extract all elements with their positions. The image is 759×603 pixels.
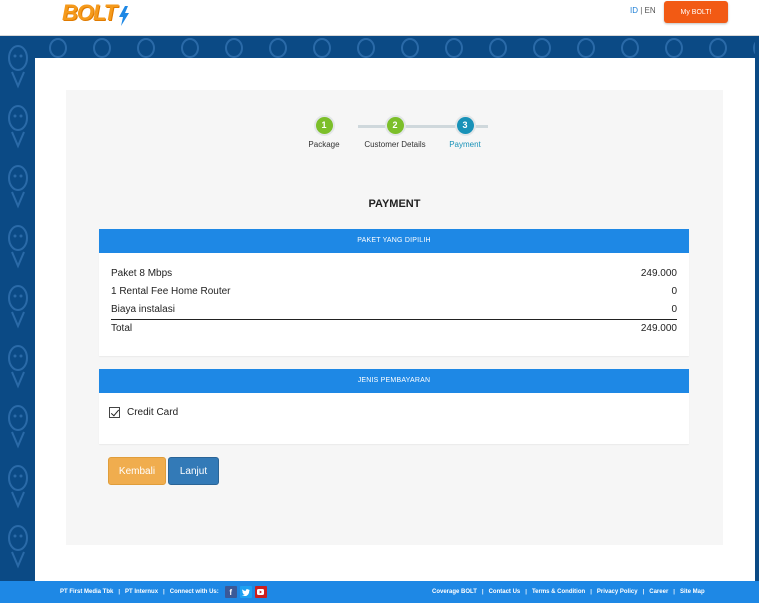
footer-internux-link[interactable]: PT Internux (125, 589, 158, 595)
footer-link-privacy[interactable]: Privacy Policy (597, 589, 638, 595)
step-1-label: Package (308, 140, 340, 149)
mascot-pattern-left (0, 36, 36, 581)
step-1-circle: 1 (313, 115, 335, 136)
row-value: 0 (671, 304, 677, 315)
my-bolt-button[interactable]: My BOLT! (664, 1, 728, 23)
connect-label: Connect with Us: (169, 589, 219, 595)
total-label: Total (111, 323, 133, 334)
page-title: PAYMENT (368, 198, 421, 210)
package-rows: Paket 8 Mbps 249.000 1 Rental Fee Home R… (99, 253, 689, 337)
footer-separator: | (481, 589, 484, 595)
footer-link-sitemap[interactable]: Site Map (680, 589, 705, 595)
bolt-logo[interactable]: BOLT (62, 0, 131, 26)
footer-link-terms[interactable]: Terms & Condition (532, 589, 585, 595)
footer-separator: | (590, 589, 592, 595)
row-value: 0 (671, 286, 677, 297)
bolt-logo-icon (119, 6, 130, 26)
top-header: BOLT ID | EN My BOLT! (0, 0, 759, 36)
payment-method-card: JENIS PEMBAYARAN Credit Card (99, 369, 689, 444)
footer-links: Coverage BOLT | Contact Us | Terms & Con… (432, 581, 705, 603)
pattern-right-edge (755, 36, 759, 581)
next-button[interactable]: Lanjut (168, 457, 219, 485)
total-value: 249.000 (640, 323, 677, 334)
footer-link-career[interactable]: Career (649, 589, 668, 595)
credit-card-label: Credit Card (127, 407, 179, 418)
step-package: 1 Package (284, 115, 364, 149)
package-row: Paket 8 Mbps 249.000 (111, 265, 677, 283)
package-card-header: PAKET YANG DIPILIH (99, 229, 689, 253)
package-row: 1 Rental Fee Home Router 0 (111, 283, 677, 301)
progress-stepper: 1 Package 2 Customer Details 3 Payment (66, 115, 723, 155)
footer-separator: | (642, 589, 645, 595)
step-payment: 3 Payment (425, 115, 505, 149)
youtube-icon[interactable] (254, 586, 267, 598)
payment-card-header: JENIS PEMBAYARAN (99, 369, 689, 393)
row-label: Biaya instalasi (111, 304, 175, 315)
checkbox-checked-icon[interactable] (109, 407, 120, 418)
main-content: 1 Package 2 Customer Details 3 Payment P… (35, 58, 755, 581)
step-2-label: Customer Details (364, 140, 426, 149)
footer-separator: | (525, 589, 527, 595)
row-value: 249.000 (640, 268, 677, 279)
footer-link-contact[interactable]: Contact Us (489, 589, 521, 595)
credit-card-option[interactable]: Credit Card (109, 407, 178, 418)
footer-left: PT First Media Tbk | PT Internux | Conne… (60, 581, 267, 603)
footer-company-link[interactable]: PT First Media Tbk (60, 589, 113, 595)
language-switcher: ID | EN (630, 6, 656, 15)
footer-link-coverage[interactable]: Coverage BOLT (432, 589, 477, 595)
footer-separator: | (118, 589, 121, 595)
row-label: 1 Rental Fee Home Router (111, 286, 231, 297)
row-label: Paket 8 Mbps (111, 268, 173, 279)
logo-text: BOLT (62, 0, 117, 25)
step-3-label: Payment (449, 140, 481, 149)
step-customer-details: 2 Customer Details (355, 115, 435, 149)
lang-en-link[interactable]: EN (645, 6, 656, 15)
checkout-panel: 1 Package 2 Customer Details 3 Payment P… (66, 90, 723, 545)
footer-separator: | (163, 589, 165, 595)
footer: PT First Media Tbk | PT Internux | Conne… (0, 581, 759, 603)
footer-separator: | (673, 589, 675, 595)
lang-id-link[interactable]: ID (630, 6, 638, 15)
facebook-icon[interactable]: f (224, 586, 237, 598)
lang-separator: | (640, 6, 643, 15)
twitter-icon[interactable] (239, 586, 252, 598)
step-2-circle: 2 (384, 115, 406, 136)
back-button[interactable]: Kembali (108, 457, 166, 485)
package-row: Biaya instalasi 0 (111, 301, 677, 319)
package-summary-card: PAKET YANG DIPILIH Paket 8 Mbps 249.000 … (99, 229, 689, 356)
step-3-circle: 3 (454, 115, 476, 136)
mascot-pattern-top (36, 36, 759, 58)
total-row: Total 249.000 (111, 319, 677, 337)
